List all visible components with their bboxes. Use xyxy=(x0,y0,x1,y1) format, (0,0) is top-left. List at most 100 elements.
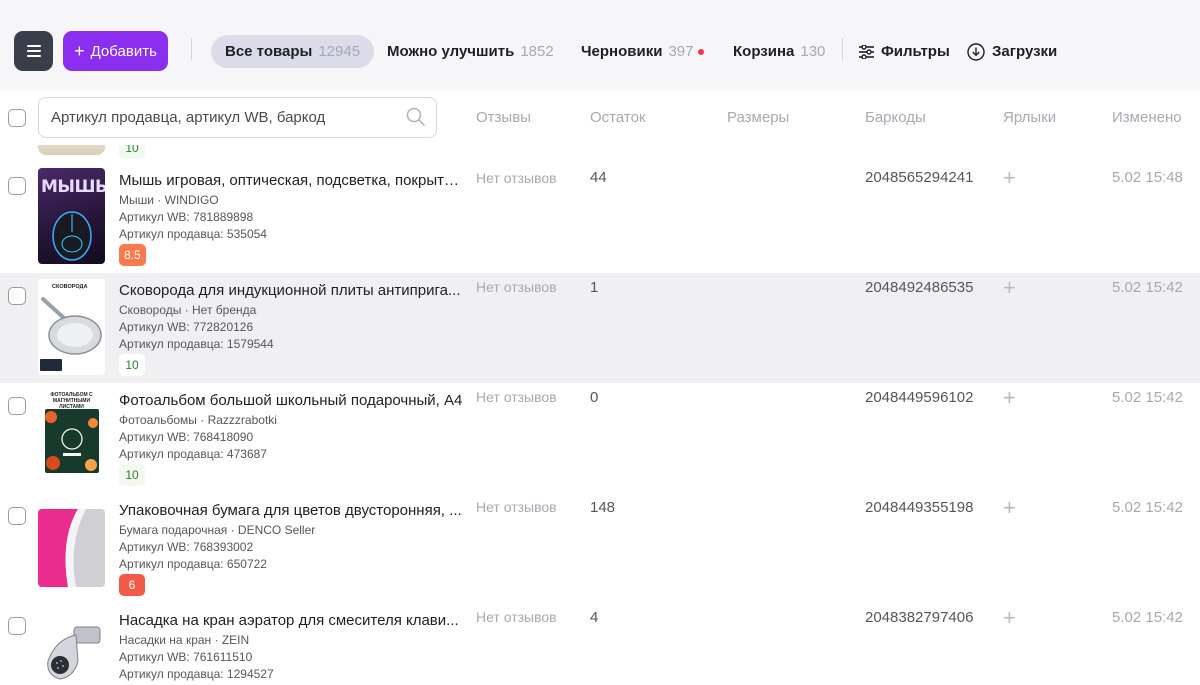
tab-trash[interactable]: Корзина 130 xyxy=(733,35,825,68)
hamburger-icon xyxy=(26,45,41,57)
column-header-sizes[interactable]: Размеры xyxy=(727,109,789,126)
product-title[interactable]: Насадка на кран аэратор для смесителя кл… xyxy=(119,612,464,629)
thumbnail-caption: МЫШЬ xyxy=(41,177,105,197)
product-wb-article: Артикул WB: 772820126 xyxy=(119,320,254,334)
product-thumbnail[interactable] xyxy=(38,617,105,685)
stock-cell: 44 xyxy=(590,169,607,186)
reviews-cell: Нет отзывов xyxy=(476,499,557,515)
downloads-button[interactable]: Загрузки xyxy=(967,35,1057,68)
product-seller-article: Артикул продавца: 473687 xyxy=(119,447,267,461)
tab-all-products[interactable]: Все товары 12945 xyxy=(211,35,375,68)
rating-badge: 8.5 xyxy=(119,244,146,266)
product-seller-article: Артикул продавца: 1579544 xyxy=(119,337,274,351)
changed-cell: 5.02 15:42 xyxy=(1112,279,1183,296)
add-label-icon[interactable]: + xyxy=(1003,277,1016,299)
column-header-changed[interactable]: Изменено xyxy=(1112,109,1182,126)
mouse-image xyxy=(52,211,92,261)
barcode-cell: 2048565294241 xyxy=(865,169,974,186)
product-title[interactable]: Сковорода для индукционной плиты антипри… xyxy=(119,282,464,299)
select-all-checkbox[interactable] xyxy=(8,109,26,127)
reviews-cell: Нет отзывов xyxy=(476,170,557,186)
table-row[interactable]: Упаковочная бумага для цветов двусторонн… xyxy=(0,493,1200,603)
notification-dot xyxy=(698,48,705,55)
row-checkbox[interactable] xyxy=(8,287,26,305)
album-image xyxy=(45,411,98,471)
search-input[interactable] xyxy=(39,98,389,137)
search-icon[interactable] xyxy=(406,107,426,127)
thumbnail-caption: ФОТОАЛЬБОМ С МАГНИТНЫМИ ЛИСТАМИ xyxy=(50,392,93,410)
divider xyxy=(191,38,192,60)
table-row[interactable]: МЫШЬ Мышь игровая, оптическая, подсветка… xyxy=(0,160,1200,270)
changed-cell: 5.02 15:42 xyxy=(1112,389,1183,406)
product-category-brand: Бумага подарочная · DENCO Seller xyxy=(119,523,316,537)
stock-cell: 1 xyxy=(590,279,599,296)
product-thumbnail[interactable]: ФОТОАЛЬБОМ С МАГНИТНЫМИ ЛИСТАМИ xyxy=(38,389,105,485)
menu-button[interactable] xyxy=(14,31,53,71)
rating-badge: 10 xyxy=(119,464,145,486)
product-seller-article: Артикул продавца: 650722 xyxy=(119,557,267,571)
add-button[interactable]: + Добавить xyxy=(63,31,168,71)
product-title[interactable]: Фотоальбом большой школьный подарочный, … xyxy=(119,392,464,409)
pan-image xyxy=(41,297,102,355)
product-wb-article: Артикул WB: 768393002 xyxy=(119,540,254,554)
reviews-cell: Нет отзывов xyxy=(476,389,557,405)
add-label-icon[interactable]: + xyxy=(1003,167,1016,189)
stock-cell: 148 xyxy=(590,499,616,516)
thumbnail-caption: СКОВОРОДА xyxy=(52,284,88,290)
column-header-stock[interactable]: Остаток xyxy=(590,109,646,126)
add-label-icon[interactable]: + xyxy=(1003,497,1016,519)
filters-icon xyxy=(859,44,874,59)
add-button-label: Добавить xyxy=(90,42,157,60)
tab-can-improve[interactable]: Можно улучшить 1852 xyxy=(387,35,554,68)
product-category-brand: Сковороды · Нет бренда xyxy=(119,303,257,317)
top-toolbar: + Добавить Все товары 12945 Можно улучши… xyxy=(0,0,1200,100)
rating-badge: 10 xyxy=(119,354,145,376)
search-box[interactable] xyxy=(38,97,437,138)
product-thumbnail[interactable] xyxy=(38,509,105,587)
product-seller-article: Артикул продавца: 1294527 xyxy=(119,667,274,681)
table-row[interactable]: СКОВОРОДА Сковорода для индукционной пли… xyxy=(0,273,1200,383)
add-label-icon[interactable]: + xyxy=(1003,387,1016,409)
barcode-cell: 2048449355198 xyxy=(865,499,974,516)
barcode-cell: 2048492486535 xyxy=(865,279,974,296)
product-category-brand: Фотоальбомы · Razzzrabotki xyxy=(119,413,277,427)
filters-label: Фильтры xyxy=(881,43,950,60)
product-title[interactable]: Упаковочная бумага для цветов двусторонн… xyxy=(119,502,464,519)
product-category-brand: Мыши · WINDIGO xyxy=(119,193,219,207)
barcode-cell: 2048382797406 xyxy=(865,609,974,626)
table-row-partial[interactable]: 10 xyxy=(0,145,1200,160)
reviews-cell: Нет отзывов xyxy=(476,279,557,295)
column-header-reviews[interactable]: Отзывы xyxy=(476,109,531,126)
product-wb-article: Артикул WB: 768418090 xyxy=(119,430,254,444)
table-row[interactable]: ФОТОАЛЬБОМ С МАГНИТНЫМИ ЛИСТАМИ Фотоальб… xyxy=(0,383,1200,493)
table-row[interactable]: Насадка на кран аэратор для смесителя кл… xyxy=(0,603,1200,685)
divider xyxy=(842,38,843,60)
tab-drafts[interactable]: Черновики 397 xyxy=(581,35,705,68)
row-checkbox[interactable] xyxy=(8,397,26,415)
reviews-cell: Нет отзывов xyxy=(476,609,557,625)
stock-cell: 0 xyxy=(590,389,599,406)
product-thumbnail[interactable]: СКОВОРОДА xyxy=(38,279,105,375)
column-header-barcodes[interactable]: Баркоды xyxy=(865,109,926,126)
product-thumbnail[interactable]: МЫШЬ xyxy=(38,168,105,264)
stock-cell: 4 xyxy=(590,609,599,626)
downloads-label: Загрузки xyxy=(992,43,1058,60)
row-checkbox[interactable] xyxy=(8,507,26,525)
rating-badge: 10 xyxy=(119,145,145,159)
row-checkbox[interactable] xyxy=(8,177,26,195)
product-title[interactable]: Мышь игровая, оптическая, подсветка, пок… xyxy=(119,172,464,189)
product-category-brand: Насадки на кран · ZEIN xyxy=(119,633,250,647)
changed-cell: 5.02 15:42 xyxy=(1112,499,1183,516)
filters-button[interactable]: Фильтры xyxy=(859,35,950,68)
rating-badge: 6 xyxy=(119,574,145,596)
column-header-labels[interactable]: Ярлыки xyxy=(1003,109,1056,126)
changed-cell: 5.02 15:42 xyxy=(1112,609,1183,626)
product-thumbnail[interactable] xyxy=(38,145,105,155)
changed-cell: 5.02 15:48 xyxy=(1112,169,1183,186)
plus-icon: + xyxy=(74,40,85,61)
product-seller-article: Артикул продавца: 535054 xyxy=(119,227,267,241)
add-label-icon[interactable]: + xyxy=(1003,607,1016,629)
wrapping-paper-image xyxy=(38,509,105,587)
row-checkbox[interactable] xyxy=(8,617,26,635)
product-wb-article: Артикул WB: 781889898 xyxy=(119,210,254,224)
